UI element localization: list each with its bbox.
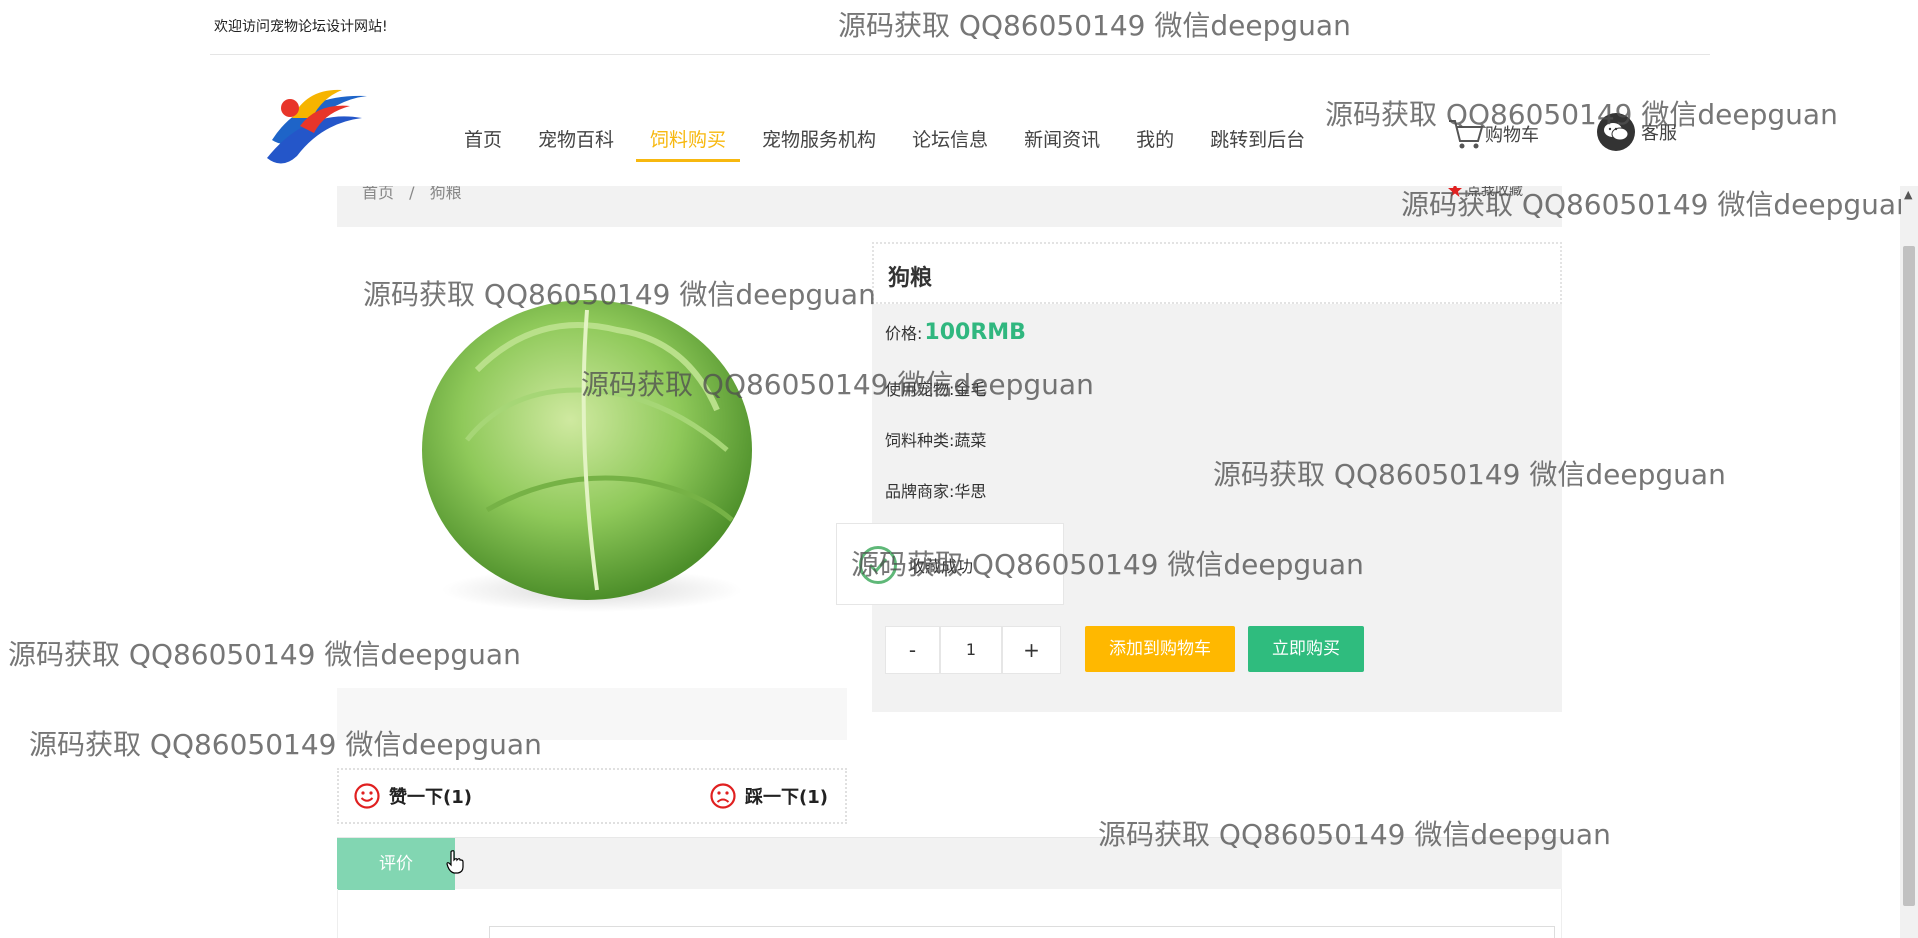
like-label: 赞一下(1): [389, 787, 472, 808]
brand-row: 品牌商家:华思: [885, 478, 986, 502]
lettuce-image: [422, 300, 752, 612]
frown-icon: [710, 783, 736, 809]
product-title: 狗粮: [888, 266, 933, 291]
detail-tabs: 评价: [337, 837, 1562, 890]
wechat-icon: [1597, 113, 1635, 151]
site-header: 首页 宠物百科 饲料购买 宠物服务机构 论坛信息 新闻资讯 我的 跳转到后台 购…: [0, 56, 1918, 186]
price-value: 100RMB: [924, 320, 1026, 345]
nav-home[interactable]: 首页: [450, 118, 516, 162]
cart-link[interactable]: 购物车: [1447, 114, 1539, 154]
pet-type-row: 使用宠物:金毛: [885, 376, 986, 400]
dislike-button[interactable]: 踩一下(1): [709, 782, 828, 810]
product-image: [337, 240, 837, 650]
top-welcome-bar: 欢迎访问宠物论坛设计网站!: [210, 0, 1710, 55]
success-toast: 收藏成功: [836, 523, 1064, 605]
cart-icon: [1449, 120, 1484, 149]
customer-service-link[interactable]: 客服: [1597, 112, 1677, 152]
product-title-box: 狗粮: [872, 242, 1562, 304]
price-row: 价格:100RMB: [885, 320, 1026, 345]
nav-admin[interactable]: 跳转到后台: [1196, 118, 1319, 162]
nav-news[interactable]: 新闻资讯: [1010, 118, 1114, 162]
quantity-increase-button[interactable]: +: [1002, 626, 1061, 674]
quantity-input[interactable]: 1: [940, 626, 1002, 674]
tab-review[interactable]: 评价: [337, 838, 455, 890]
brand-value: 华思: [954, 482, 987, 501]
feed-type-label: 饲料种类:: [885, 431, 955, 450]
add-to-cart-button[interactable]: 添加到购物车: [1085, 626, 1235, 672]
image-thumbnail-strip: [337, 688, 847, 740]
page-scrollbar[interactable]: ▲: [1900, 186, 1918, 938]
welcome-text: 欢迎访问宠物论坛设计网站!: [214, 19, 388, 35]
quantity-decrease-button[interactable]: -: [885, 626, 940, 674]
service-label: 客服: [1641, 123, 1677, 144]
logo-icon: [267, 89, 367, 164]
scroll-up-arrow-icon[interactable]: ▲: [1904, 189, 1914, 200]
main-nav: 首页 宠物百科 饲料购买 宠物服务机构 论坛信息 新闻资讯 我的 跳转到后台: [450, 118, 1327, 168]
review-tab-content: [337, 889, 1562, 938]
site-logo[interactable]: [262, 78, 374, 168]
nav-pet-services[interactable]: 宠物服务机构: [748, 118, 890, 162]
vote-box: 赞一下(1) 踩一下(1): [337, 768, 847, 824]
check-icon: [859, 546, 897, 584]
smile-icon: [354, 783, 380, 809]
hand-cursor-icon: [446, 850, 464, 878]
brand-label: 品牌商家:: [885, 482, 955, 501]
nav-feed-purchase[interactable]: 饲料购买: [636, 118, 741, 162]
toast-text: 收藏成功: [909, 557, 974, 576]
scroll-thumb[interactable]: [1903, 246, 1915, 906]
feed-type-row: 饲料种类:蔬菜: [885, 427, 986, 451]
like-button[interactable]: 赞一下(1): [353, 782, 472, 810]
nav-mine[interactable]: 我的: [1122, 118, 1188, 162]
feed-type-value: 蔬菜: [954, 431, 987, 450]
dislike-label: 踩一下(1): [745, 787, 828, 808]
buy-now-button[interactable]: 立即购买: [1248, 626, 1364, 672]
review-input[interactable]: [489, 926, 1555, 938]
price-label: 价格:: [885, 324, 923, 343]
nav-forum[interactable]: 论坛信息: [898, 118, 1002, 162]
pet-type-value: 金毛: [954, 380, 987, 399]
cart-label: 购物车: [1485, 125, 1539, 146]
pet-type-label: 使用宠物:: [885, 380, 955, 399]
nav-pet-encyclopedia[interactable]: 宠物百科: [524, 118, 628, 162]
